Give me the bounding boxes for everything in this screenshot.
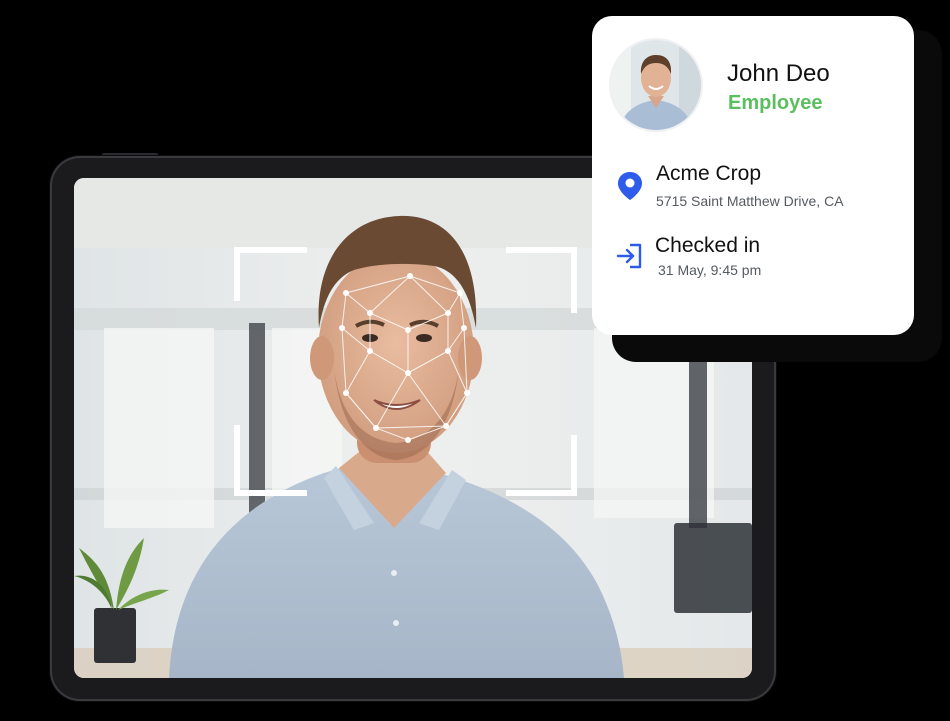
employee-checkin-card: John Deo Employee Acme Crop 5715 Saint M… bbox=[592, 16, 914, 335]
company-name: Acme Crop bbox=[656, 162, 762, 185]
employee-name: John Deo bbox=[727, 60, 830, 87]
checkin-status: Checked in bbox=[655, 234, 761, 257]
sign-in-icon bbox=[616, 242, 644, 272]
map-pin-icon bbox=[617, 171, 645, 201]
face bbox=[318, 253, 474, 453]
company-address: 5715 Saint Matthew Drive, CA bbox=[656, 193, 844, 209]
employee-avatar bbox=[611, 40, 701, 130]
background-monitor bbox=[674, 523, 752, 613]
employee-role: Employee bbox=[728, 92, 823, 114]
scene: John Deo Employee Acme Crop 5715 Saint M… bbox=[0, 0, 950, 721]
checkin-time: 31 May, 9:45 pm bbox=[658, 262, 762, 278]
person-avatar-icon bbox=[611, 40, 701, 130]
